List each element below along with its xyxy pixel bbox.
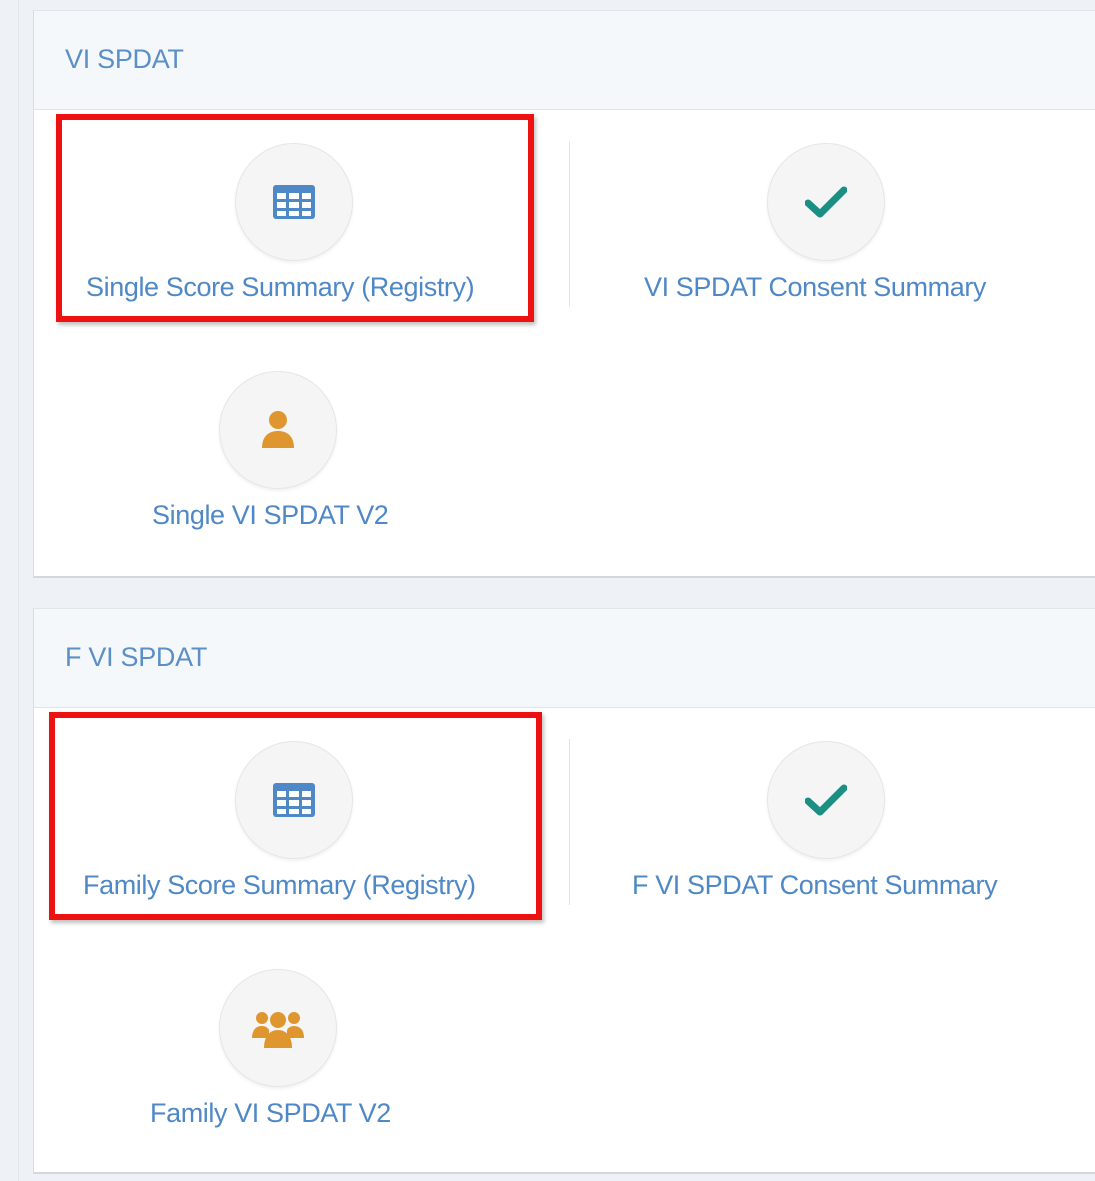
user-icon [262,411,294,448]
tile-divider [569,739,570,905]
section-header: F VI SPDAT [34,608,1095,708]
table-icon [273,783,315,817]
section-title: F VI SPDAT [65,642,208,672]
users-icon [252,1012,304,1048]
section-panel-vi-spdat: VI SPDAT Single Score Summary (Registry)… [33,10,1095,578]
tile-icon-circle [767,741,885,859]
tile-label[interactable]: VI SPDAT Consent Summary [644,272,986,303]
tile-icon-circle [219,969,337,1087]
check-icon [805,784,847,816]
section-header: VI SPDAT [34,10,1095,110]
tile-label[interactable]: Single Score Summary (Registry) [86,272,475,303]
page: VI SPDAT Single Score Summary (Registry)… [0,0,1095,1181]
table-icon [273,185,315,219]
tile-icon-circle [767,143,885,261]
left-edge-line [18,0,19,1181]
tile-label[interactable]: Family Score Summary (Registry) [83,870,476,901]
tile-label[interactable]: Family VI SPDAT V2 [150,1098,391,1129]
section-panel-f-vi-spdat: F VI SPDAT Family Score Summary (Registr… [33,608,1095,1174]
tile-icon-circle [235,143,353,261]
tile-icon-circle [219,371,337,489]
tile-label[interactable]: Single VI SPDAT V2 [152,500,389,531]
tile-divider [569,141,570,307]
tile-icon-circle [235,741,353,859]
tile-label[interactable]: F VI SPDAT Consent Summary [632,870,998,901]
check-icon [805,186,847,218]
section-title: VI SPDAT [65,44,184,74]
